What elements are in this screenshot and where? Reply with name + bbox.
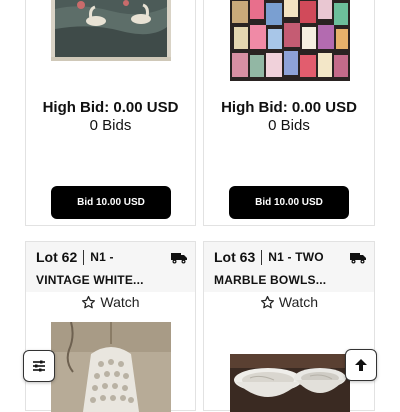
bid-button[interactable]: Bid 10.00 USD bbox=[51, 186, 171, 219]
lot-title[interactable]: Lot 62 N1 - bbox=[36, 249, 114, 265]
lot-header: Lot 62 N1 - VINTAGE WHITE... bbox=[26, 242, 195, 292]
lot-description: N1 - bbox=[90, 250, 114, 264]
high-bid-text: High Bid: 0.00 USD bbox=[221, 99, 357, 116]
sliders-icon bbox=[33, 360, 45, 372]
shipping-truck-icon bbox=[350, 251, 366, 269]
lot-image-marble-bowls[interactable] bbox=[230, 354, 350, 412]
high-bid-text: High Bid: 0.00 USD bbox=[42, 99, 179, 116]
divider bbox=[83, 249, 85, 265]
lot-number: Lot 62 bbox=[36, 249, 78, 265]
filter-button[interactable] bbox=[23, 350, 55, 382]
arrow-up-icon bbox=[355, 359, 367, 371]
lot-image-collage[interactable] bbox=[230, 0, 350, 81]
lot-header: Lot 63 N1 - TWO MARBLE BOWLS... bbox=[204, 242, 374, 292]
star-icon bbox=[82, 295, 96, 308]
lot-description-continued[interactable]: VINTAGE WHITE... bbox=[36, 273, 144, 287]
scroll-to-top-button[interactable] bbox=[345, 349, 377, 381]
lot-card: Lot 63 N1 - TWO MARBLE BOWLS... Watch bbox=[203, 241, 375, 412]
lot-image-lamp[interactable] bbox=[51, 322, 171, 412]
lot-title[interactable]: Lot 63 N1 - TWO bbox=[214, 249, 324, 265]
watch-button[interactable]: Watch bbox=[26, 292, 195, 312]
shipping-truck-icon bbox=[171, 251, 187, 269]
lot-card: High Bid: 0.00 USD 0 Bids Bid 10.00 USD bbox=[25, 0, 196, 226]
lot-number: Lot 63 bbox=[214, 249, 256, 265]
divider bbox=[261, 249, 263, 265]
lot-description: N1 - TWO bbox=[268, 250, 324, 264]
bid-button[interactable]: Bid 10.00 USD bbox=[229, 186, 349, 219]
lot-card: Lot 62 N1 - VINTAGE WHITE... Watch bbox=[25, 241, 196, 412]
bid-info: High Bid: 0.00 USD 0 Bids bbox=[26, 99, 195, 135]
watch-button[interactable]: Watch bbox=[204, 292, 374, 312]
lot-description-continued[interactable]: MARBLE BOWLS... bbox=[214, 273, 326, 287]
bid-count: 0 Bids bbox=[89, 117, 132, 134]
bid-info: High Bid: 0.00 USD 0 Bids bbox=[204, 99, 374, 135]
watch-label: Watch bbox=[278, 294, 319, 310]
bid-count: 0 Bids bbox=[268, 117, 310, 134]
watch-label: Watch bbox=[100, 294, 140, 310]
lot-image-swans-painting[interactable] bbox=[51, 0, 171, 61]
lot-card: High Bid: 0.00 USD 0 Bids Bid 10.00 USD bbox=[203, 0, 375, 226]
star-icon bbox=[260, 295, 274, 308]
